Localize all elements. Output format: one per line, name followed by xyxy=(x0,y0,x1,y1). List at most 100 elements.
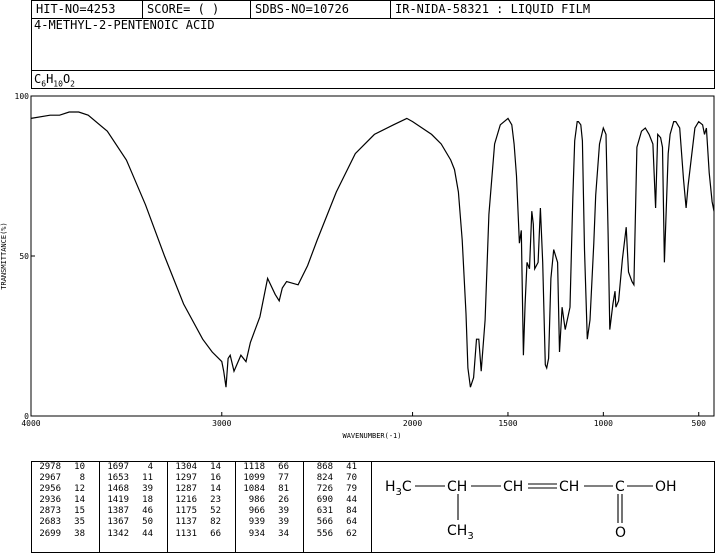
peak-row: 2873 15 xyxy=(31,506,99,517)
peak-row: 556 62 xyxy=(303,529,371,540)
peak-wavenumber: 1468 xyxy=(107,484,129,495)
peak-transmittance: 66 xyxy=(278,462,289,472)
peak-row: 1387 46 xyxy=(99,506,167,517)
molecular-formula: C6H10O2 xyxy=(34,72,75,89)
peak-wavenumber: 1387 xyxy=(107,506,129,517)
peak-wavenumber: 1287 xyxy=(175,484,197,495)
peak-transmittance: 14 xyxy=(210,462,221,472)
peak-transmittance: 39 xyxy=(278,517,289,528)
peak-wavenumber: 2967 xyxy=(39,473,61,484)
peak-wavenumber: 1084 xyxy=(243,484,265,495)
peak-transmittance: 44 xyxy=(346,495,357,506)
peak-wavenumber: 2699 xyxy=(39,528,61,539)
peak-row: 1342 44 xyxy=(99,529,167,540)
peak-row: 1118 66 xyxy=(235,462,303,473)
peak-row: 2936 14 xyxy=(31,495,99,506)
peak-column: 1304 14 1297 16 1287 14 1216 23 1175 52 1137 82 1131… xyxy=(167,462,235,553)
x-tick-label: 3000 xyxy=(212,419,231,428)
y-axis-ticks: 050100 xyxy=(15,92,35,421)
chemical-structure: H3C CH CH CH C OH O CH3 xyxy=(385,479,677,542)
sample-info: IR-NIDA-58321 : LIQUID FILM xyxy=(395,2,591,16)
peak-column-divider xyxy=(303,462,304,553)
peak-wavenumber: 1304 xyxy=(175,462,197,472)
peak-transmittance: 81 xyxy=(278,484,289,495)
peak-transmittance: 14 xyxy=(74,495,85,506)
peak-transmittance: 14 xyxy=(210,484,221,495)
peak-transmittance: 39 xyxy=(278,506,289,517)
structure-h3c: H3C xyxy=(385,479,412,498)
peak-wavenumber: 1342 xyxy=(107,528,129,539)
peak-row: 1131 66 xyxy=(167,529,235,540)
peak-transmittance: 18 xyxy=(142,495,153,506)
peak-wavenumber: 1697 xyxy=(107,462,129,472)
peak-row: 1653 11 xyxy=(99,473,167,484)
spectrum-line xyxy=(30,111,715,388)
peak-row: 2956 12 xyxy=(31,484,99,495)
peak-transmittance: 34 xyxy=(278,528,289,539)
peak-row: 1697 4 xyxy=(99,462,167,473)
peak-transmittance: 26 xyxy=(278,495,289,506)
peak-row: 1297 16 xyxy=(167,473,235,484)
peak-wavenumber: 868 xyxy=(316,462,333,472)
x-axis-label: WAVENUMBER(-1) xyxy=(342,432,401,440)
peak-row: 868 41 xyxy=(303,462,371,473)
peak-wavenumber: 1419 xyxy=(107,495,129,506)
structure-ch: CH xyxy=(503,479,523,495)
x-axis-ticks: 4000 3000 2000 1500 1000 500 xyxy=(21,412,706,428)
peak-column-divider xyxy=(99,462,100,553)
x-tick-label: 2000 xyxy=(403,419,422,428)
peak-wavenumber: 2936 xyxy=(39,495,61,506)
peak-wavenumber: 690 xyxy=(316,495,333,506)
peak-transmittance: 70 xyxy=(346,473,357,484)
peak-wavenumber: 934 xyxy=(248,528,265,539)
structure-ch: CH xyxy=(559,479,579,495)
peak-row: 2699 38 xyxy=(31,529,99,540)
peak-transmittance: 66 xyxy=(210,528,221,539)
peak-row: 1175 52 xyxy=(167,506,235,517)
peak-transmittance: 41 xyxy=(346,462,357,472)
peak-transmittance: 10 xyxy=(74,462,85,472)
structure-ch3: CH3 xyxy=(447,523,474,542)
structure-oh: OH xyxy=(655,479,677,495)
peak-row: 2967 8 xyxy=(31,473,99,484)
peak-wavenumber: 1367 xyxy=(107,517,129,528)
peak-row: 566 64 xyxy=(303,517,371,528)
peak-row: 934 34 xyxy=(235,529,303,540)
hit-no: HIT-NO=4253 xyxy=(36,2,116,16)
peak-transmittance: 38 xyxy=(74,528,85,539)
peak-wavenumber: 1216 xyxy=(175,495,197,506)
peak-transmittance: 8 xyxy=(79,473,85,484)
peak-wavenumber: 556 xyxy=(316,528,333,539)
peak-transmittance: 35 xyxy=(74,517,85,528)
peak-transmittance: 82 xyxy=(210,517,221,528)
peak-row: 2978 10 xyxy=(31,462,99,473)
peak-transmittance: 15 xyxy=(74,506,85,517)
peak-transmittance: 50 xyxy=(142,517,153,528)
peak-wavenumber: 2956 xyxy=(39,484,61,495)
peak-row: 1287 14 xyxy=(167,484,235,495)
structure-ch: CH xyxy=(447,479,467,495)
peak-wavenumber: 631 xyxy=(316,506,333,517)
x-tick-label: 1000 xyxy=(594,419,613,428)
peak-wavenumber: 1131 xyxy=(175,528,197,539)
peak-transmittance: 44 xyxy=(142,528,153,539)
peak-row: 1084 81 xyxy=(235,484,303,495)
peak-column-divider xyxy=(167,462,168,553)
peak-transmittance: 11 xyxy=(142,473,153,484)
peak-transmittance: 12 xyxy=(74,484,85,495)
x-tick-label: 500 xyxy=(692,419,707,428)
peak-wavenumber: 824 xyxy=(316,473,333,484)
peak-wavenumber: 939 xyxy=(248,517,265,528)
peak-transmittance: 64 xyxy=(346,517,357,528)
peak-row: 1137 82 xyxy=(167,517,235,528)
x-tick-label: 1500 xyxy=(498,419,517,428)
peak-wavenumber: 1175 xyxy=(175,506,197,517)
peak-row: 690 44 xyxy=(303,495,371,506)
score: SCORE= ( ) xyxy=(147,2,220,16)
peak-transmittance: 46 xyxy=(142,506,153,517)
peak-wavenumber: 566 xyxy=(316,517,333,528)
peak-row: 1419 18 xyxy=(99,495,167,506)
sdbs-no: SDBS-NO=10726 xyxy=(255,2,349,16)
peak-row: 986 26 xyxy=(235,495,303,506)
peak-wavenumber: 1297 xyxy=(175,473,197,484)
